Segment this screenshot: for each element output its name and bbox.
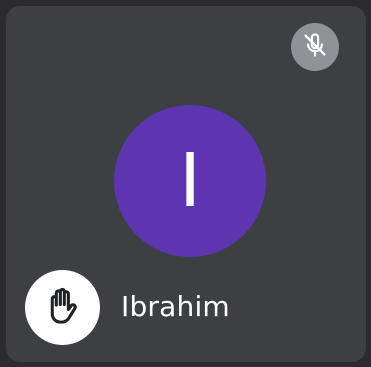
avatar: I (114, 105, 266, 257)
raised-hand-indicator (25, 270, 100, 345)
participant-name: Ibrahim (121, 290, 230, 323)
microphone-off-icon (300, 30, 330, 64)
participant-tile[interactable]: I Ibrahim (6, 6, 366, 362)
mic-muted-indicator[interactable] (291, 23, 339, 71)
raised-hand-icon (40, 283, 86, 333)
avatar-initial: I (179, 138, 201, 224)
